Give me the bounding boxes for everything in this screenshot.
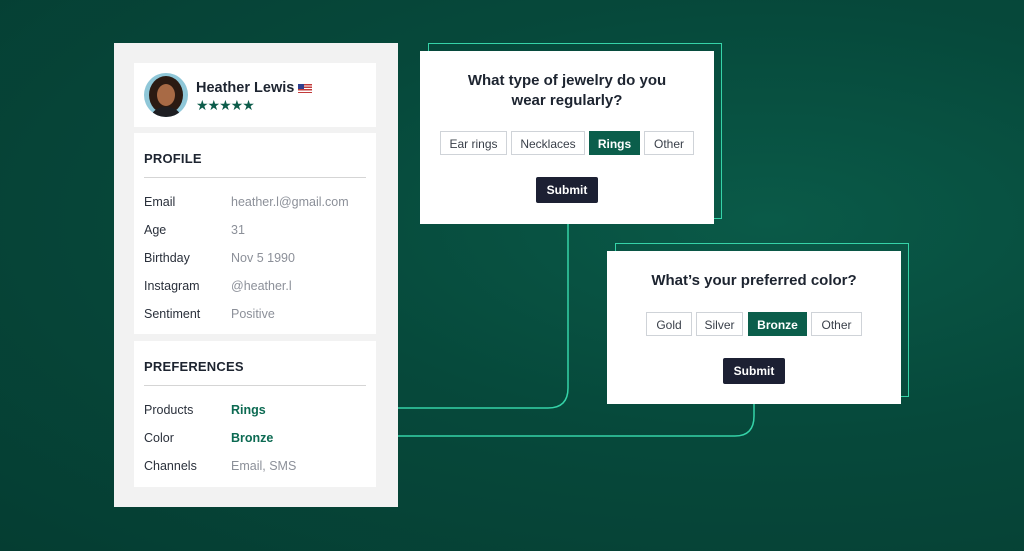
question2-title: What’s your preferred color? bbox=[651, 272, 857, 289]
customer-name: Heather Lewis bbox=[196, 80, 295, 96]
field-value: Positive bbox=[231, 307, 275, 321]
option-necklaces[interactable]: Necklaces bbox=[511, 131, 585, 155]
option-bronze[interactable]: Bronze bbox=[748, 312, 807, 336]
field-value: Email, SMS bbox=[231, 459, 297, 473]
divider bbox=[144, 177, 366, 178]
jewelry-type-question-card: What type of jewelry do you wear regular… bbox=[420, 51, 714, 224]
rating-stars: ★★★★★ bbox=[196, 97, 255, 113]
customer-profile-panel: Heather Lewis ★★★★★ PROFILE Email heathe… bbox=[114, 43, 398, 507]
field-label: Channels bbox=[144, 459, 197, 473]
question1-title-line1: What type of jewelry do you bbox=[467, 72, 667, 89]
profile-header-card: Heather Lewis ★★★★★ bbox=[134, 63, 376, 127]
preference-row-channels: Channels Email, SMS bbox=[144, 459, 366, 479]
field-value: heather.l@gmail.com bbox=[231, 195, 349, 209]
option-ear-rings[interactable]: Ear rings bbox=[440, 131, 507, 155]
field-label: Email bbox=[144, 195, 176, 209]
option-silver[interactable]: Silver bbox=[696, 312, 743, 336]
question1-title-line2: wear regularly? bbox=[511, 92, 623, 109]
profile-row-instagram: Instagram @heather.l bbox=[144, 279, 366, 299]
field-label: Age bbox=[144, 223, 167, 237]
profile-row-sentiment: Sentiment Positive bbox=[144, 307, 366, 327]
field-label: Color bbox=[144, 431, 174, 445]
profile-card: PROFILE Email heather.l@gmail.com Age 31… bbox=[134, 133, 376, 334]
preference-row-color: Color Bronze bbox=[144, 431, 366, 451]
profile-section-title: PROFILE bbox=[144, 151, 202, 166]
field-value: 31 bbox=[231, 223, 245, 237]
preferences-card: PREFERENCES Products Rings Color Bronze … bbox=[134, 341, 376, 487]
avatar bbox=[144, 73, 188, 117]
divider bbox=[144, 385, 366, 386]
field-value: Bronze bbox=[231, 431, 274, 445]
field-label: Sentiment bbox=[144, 307, 201, 321]
us-flag-icon bbox=[298, 84, 312, 93]
field-value: Nov 5 1990 bbox=[231, 251, 295, 265]
profile-row-birthday: Birthday Nov 5 1990 bbox=[144, 251, 366, 271]
option-other[interactable]: Other bbox=[811, 312, 862, 336]
preference-row-products: Products Rings bbox=[144, 403, 366, 423]
option-other[interactable]: Other bbox=[644, 131, 694, 155]
field-label: Instagram bbox=[144, 279, 200, 293]
field-value: Rings bbox=[231, 403, 266, 417]
option-gold[interactable]: Gold bbox=[646, 312, 692, 336]
field-label: Products bbox=[144, 403, 194, 417]
preferred-color-question-card: What’s your preferred color? Gold Silver… bbox=[607, 251, 901, 404]
question2-submit-button[interactable]: Submit bbox=[723, 358, 785, 384]
question1-submit-button[interactable]: Submit bbox=[536, 177, 598, 203]
preferences-section-title: PREFERENCES bbox=[144, 359, 244, 374]
profile-row-age: Age 31 bbox=[144, 223, 366, 243]
profile-row-email: Email heather.l@gmail.com bbox=[144, 195, 366, 215]
option-rings[interactable]: Rings bbox=[589, 131, 640, 155]
field-value: @heather.l bbox=[231, 279, 292, 293]
field-label: Birthday bbox=[144, 251, 190, 265]
